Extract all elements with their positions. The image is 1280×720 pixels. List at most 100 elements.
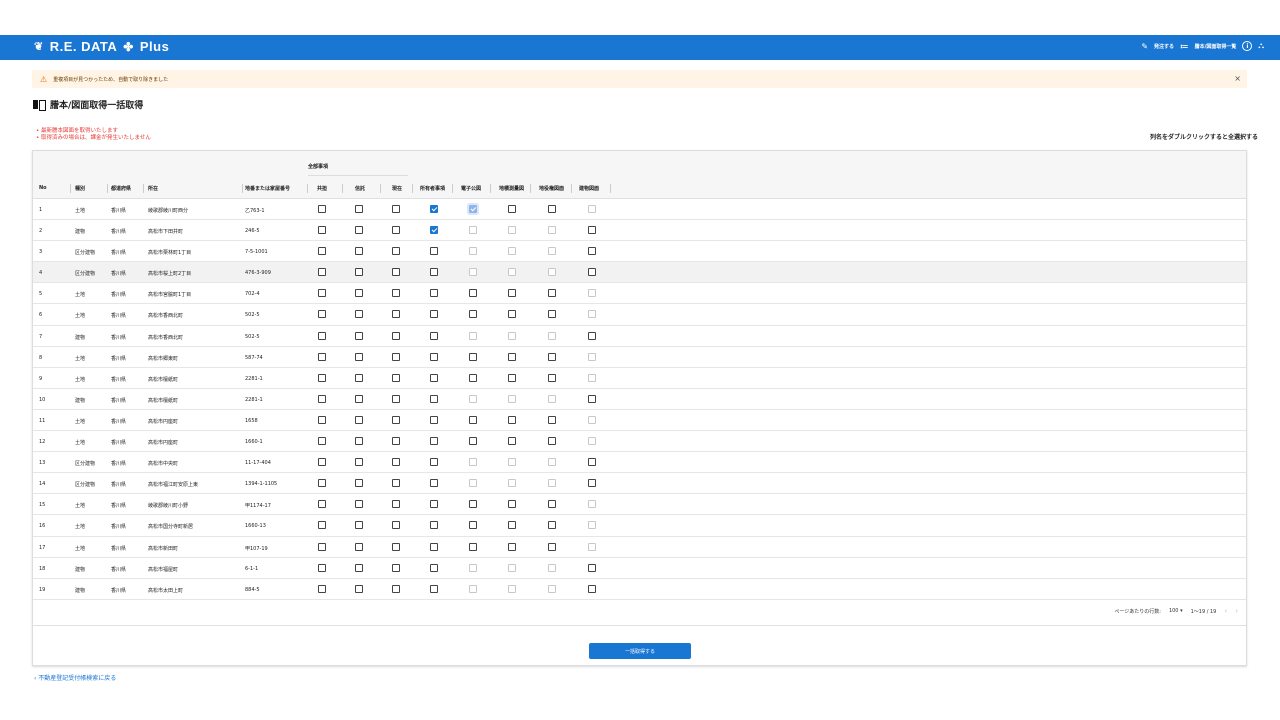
row-checkbox[interactable] xyxy=(355,310,363,319)
row-checkbox[interactable] xyxy=(392,521,400,530)
row-checkbox[interactable] xyxy=(318,500,326,509)
row-checkbox[interactable] xyxy=(355,521,363,530)
column-separator[interactable] xyxy=(571,184,572,193)
column-separator[interactable] xyxy=(380,184,381,193)
row-checkbox[interactable] xyxy=(318,205,326,213)
column-separator[interactable] xyxy=(107,184,108,193)
row-checkbox[interactable] xyxy=(469,437,477,446)
row-checkbox[interactable] xyxy=(588,458,596,467)
row-checkbox[interactable] xyxy=(508,310,516,319)
row-checkbox[interactable] xyxy=(469,289,477,298)
row-checkbox[interactable] xyxy=(392,415,400,424)
row-checkbox[interactable] xyxy=(469,521,477,530)
row-checkbox[interactable] xyxy=(469,205,477,213)
brand-logo[interactable]: ❦ R.E. DATA ✤ Plus xyxy=(34,39,169,54)
prev-page-button[interactable]: ‹ xyxy=(1224,607,1227,615)
row-checkbox[interactable] xyxy=(318,542,326,551)
back-link[interactable]: ‹ 不動産登記受付帳検索に戻る xyxy=(34,673,116,682)
row-checkbox[interactable] xyxy=(392,352,400,361)
row-checkbox[interactable] xyxy=(318,521,326,530)
row-checkbox[interactable] xyxy=(548,521,556,530)
row-checkbox[interactable] xyxy=(392,310,400,319)
column-header[interactable]: 地積測量図 xyxy=(499,185,524,192)
row-checkbox[interactable] xyxy=(318,458,326,467)
row-checkbox[interactable] xyxy=(355,205,363,213)
row-checkbox[interactable] xyxy=(355,373,363,382)
row-checkbox[interactable] xyxy=(508,205,516,213)
row-checkbox[interactable] xyxy=(588,331,596,340)
row-checkbox[interactable] xyxy=(548,310,556,319)
row-checkbox[interactable] xyxy=(392,247,400,256)
acquisition-list-link[interactable]: 謄本/図面取得一覧 xyxy=(1195,43,1237,50)
row-checkbox[interactable] xyxy=(392,437,400,446)
row-checkbox[interactable] xyxy=(392,394,400,403)
row-checkbox[interactable] xyxy=(588,394,596,403)
row-checkbox[interactable] xyxy=(355,584,363,593)
row-checkbox[interactable] xyxy=(355,268,363,277)
rows-per-page-select[interactable]: 100 ▾ xyxy=(1169,608,1183,614)
column-separator[interactable] xyxy=(490,184,491,193)
row-checkbox[interactable] xyxy=(355,289,363,298)
row-checkbox[interactable] xyxy=(430,268,438,277)
row-checkbox[interactable] xyxy=(548,542,556,551)
row-checkbox[interactable] xyxy=(392,331,400,340)
row-checkbox[interactable] xyxy=(392,373,400,382)
row-checkbox[interactable] xyxy=(469,500,477,509)
bulk-acquire-button[interactable]: 一括取得する xyxy=(589,643,691,659)
row-checkbox[interactable] xyxy=(318,373,326,382)
column-header[interactable]: 地役権図面 xyxy=(539,185,564,192)
row-checkbox[interactable] xyxy=(392,226,400,235)
row-checkbox[interactable] xyxy=(508,415,516,424)
row-checkbox[interactable] xyxy=(508,373,516,382)
row-checkbox[interactable] xyxy=(318,437,326,446)
row-checkbox[interactable] xyxy=(588,563,596,572)
row-checkbox[interactable] xyxy=(588,226,596,235)
row-checkbox[interactable] xyxy=(508,437,516,446)
row-checkbox[interactable] xyxy=(469,542,477,551)
column-header[interactable]: 共担 xyxy=(317,185,327,192)
row-checkbox[interactable] xyxy=(318,479,326,488)
row-checkbox[interactable] xyxy=(355,542,363,551)
row-checkbox[interactable] xyxy=(392,268,400,277)
row-checkbox[interactable] xyxy=(430,500,438,509)
row-checkbox[interactable] xyxy=(548,500,556,509)
row-checkbox[interactable] xyxy=(588,268,596,277)
row-checkbox[interactable] xyxy=(392,458,400,467)
column-header[interactable]: 電子公図 xyxy=(461,185,481,192)
row-checkbox[interactable] xyxy=(588,479,596,488)
row-checkbox[interactable] xyxy=(318,352,326,361)
column-separator[interactable] xyxy=(412,184,413,193)
row-checkbox[interactable] xyxy=(430,521,438,530)
close-icon[interactable]: × xyxy=(1234,74,1241,83)
row-checkbox[interactable] xyxy=(318,415,326,424)
column-header[interactable]: 現在 xyxy=(392,185,402,192)
row-checkbox[interactable] xyxy=(392,542,400,551)
column-separator[interactable] xyxy=(342,184,343,193)
row-checkbox[interactable] xyxy=(508,289,516,298)
row-checkbox[interactable] xyxy=(430,331,438,340)
next-page-button[interactable]: › xyxy=(1235,607,1238,615)
column-separator[interactable] xyxy=(143,184,144,193)
row-checkbox[interactable] xyxy=(318,394,326,403)
row-checkbox[interactable] xyxy=(355,394,363,403)
row-checkbox[interactable] xyxy=(548,437,556,446)
row-checkbox[interactable] xyxy=(548,205,556,213)
row-checkbox[interactable] xyxy=(430,289,438,298)
order-link[interactable]: 発注する xyxy=(1154,43,1174,50)
column-separator[interactable] xyxy=(610,184,611,193)
row-checkbox[interactable] xyxy=(430,352,438,361)
row-checkbox[interactable] xyxy=(318,584,326,593)
row-checkbox[interactable] xyxy=(508,521,516,530)
row-checkbox[interactable] xyxy=(430,226,438,235)
column-separator[interactable] xyxy=(70,184,71,193)
row-checkbox[interactable] xyxy=(355,247,363,256)
row-checkbox[interactable] xyxy=(355,415,363,424)
row-checkbox[interactable] xyxy=(355,331,363,340)
row-checkbox[interactable] xyxy=(548,289,556,298)
row-checkbox[interactable] xyxy=(430,373,438,382)
row-checkbox[interactable] xyxy=(318,268,326,277)
row-checkbox[interactable] xyxy=(430,479,438,488)
account-tree-icon[interactable]: ⛬ xyxy=(1258,41,1264,51)
column-separator[interactable] xyxy=(452,184,453,193)
row-checkbox[interactable] xyxy=(355,479,363,488)
